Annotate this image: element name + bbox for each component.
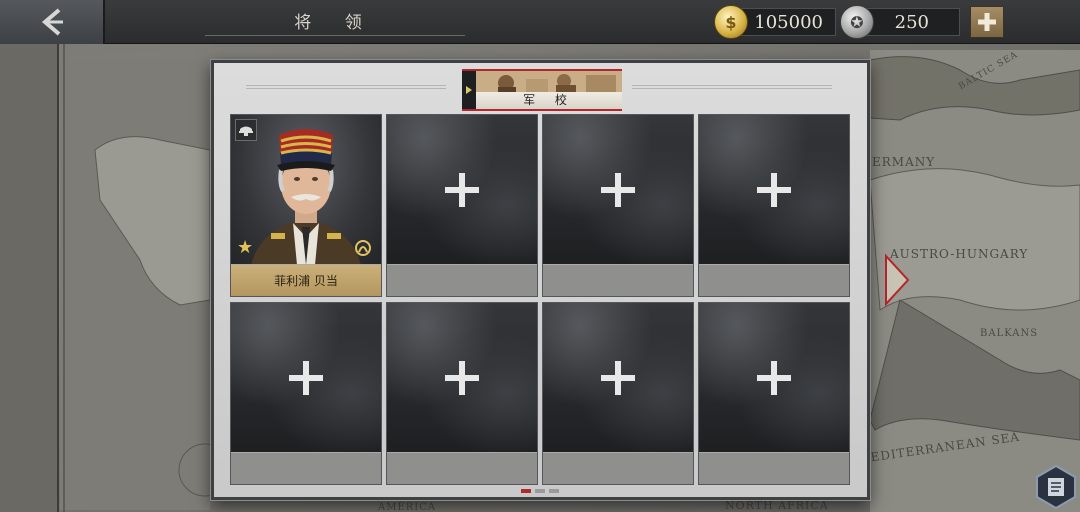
add-general-plus-icon [289,361,323,395]
add-general-plus-icon [601,173,635,207]
map-label-germany: ERMANY [872,155,936,169]
page-dot[interactable] [535,489,545,493]
empty-general-slot[interactable] [230,302,382,485]
silver-medal-icon: ✪ [840,5,874,39]
empty-nameplate [699,452,849,484]
general-name: 菲利浦 贝当 [231,264,381,296]
empty-general-slot[interactable] [542,302,694,485]
chevron-left-icon [41,8,63,36]
medal-currency-display: 250 [862,8,960,36]
general-type-icon [235,119,257,141]
tab-label: 军 校 [476,92,622,109]
map-label-america: AMERICA [378,502,437,512]
empty-nameplate [699,264,849,296]
empty-nameplate [543,264,693,296]
tab-arrow-icon [462,71,476,109]
academy-panel: 军 校 ★ 菲利浦 贝当 [211,60,870,500]
map-label-balkans: BALKANS [980,328,1039,339]
empty-general-slot[interactable] [386,302,538,485]
general-slots-grid: ★ 菲利浦 贝当 [230,114,850,485]
expand-right-arrow-icon[interactable] [884,254,910,306]
empty-nameplate [387,452,537,484]
plus-icon [978,13,996,31]
map-label-north-africa: NORTH AFRICA [725,499,829,512]
map-label-austro-hungary: AUSTRO-HUNGARY [890,247,1029,261]
empty-nameplate [231,452,381,484]
gold-amount: 105000 [754,11,823,33]
gold-currency-display: 105000 [736,8,836,36]
empty-general-slot[interactable] [386,114,538,297]
empty-general-slot[interactable] [698,114,850,297]
empty-general-slot[interactable] [542,114,694,297]
laurel-badge-icon [355,240,371,256]
panel-divider-left [246,85,446,89]
medal-amount: 250 [894,11,929,33]
add-general-plus-icon [757,361,791,395]
empty-general-slot[interactable] [698,302,850,485]
add-general-plus-icon [601,361,635,395]
add-currency-button[interactable] [970,6,1004,38]
page-dot[interactable] [549,489,559,493]
tab-banner-artwork [476,71,622,94]
tab-military-academy[interactable]: 军 校 [462,69,622,111]
panel-divider-right [632,85,832,89]
empty-nameplate [387,264,537,296]
page-dot-active[interactable] [521,489,531,493]
back-button[interactable] [0,0,105,44]
scroll-menu-icon[interactable] [1034,464,1078,510]
rank-star-icon: ★ [237,237,254,258]
add-general-plus-icon [445,361,479,395]
page-title: 将 领 [205,8,465,36]
add-general-plus-icon [757,173,791,207]
page-indicator [521,489,559,493]
empty-nameplate [543,452,693,484]
add-general-plus-icon [445,173,479,207]
top-bar: 将 领 105000 $ 250 ✪ [0,0,1080,44]
gold-coin-icon: $ [714,5,748,39]
general-card-filled[interactable]: ★ 菲利浦 贝当 [230,114,382,297]
